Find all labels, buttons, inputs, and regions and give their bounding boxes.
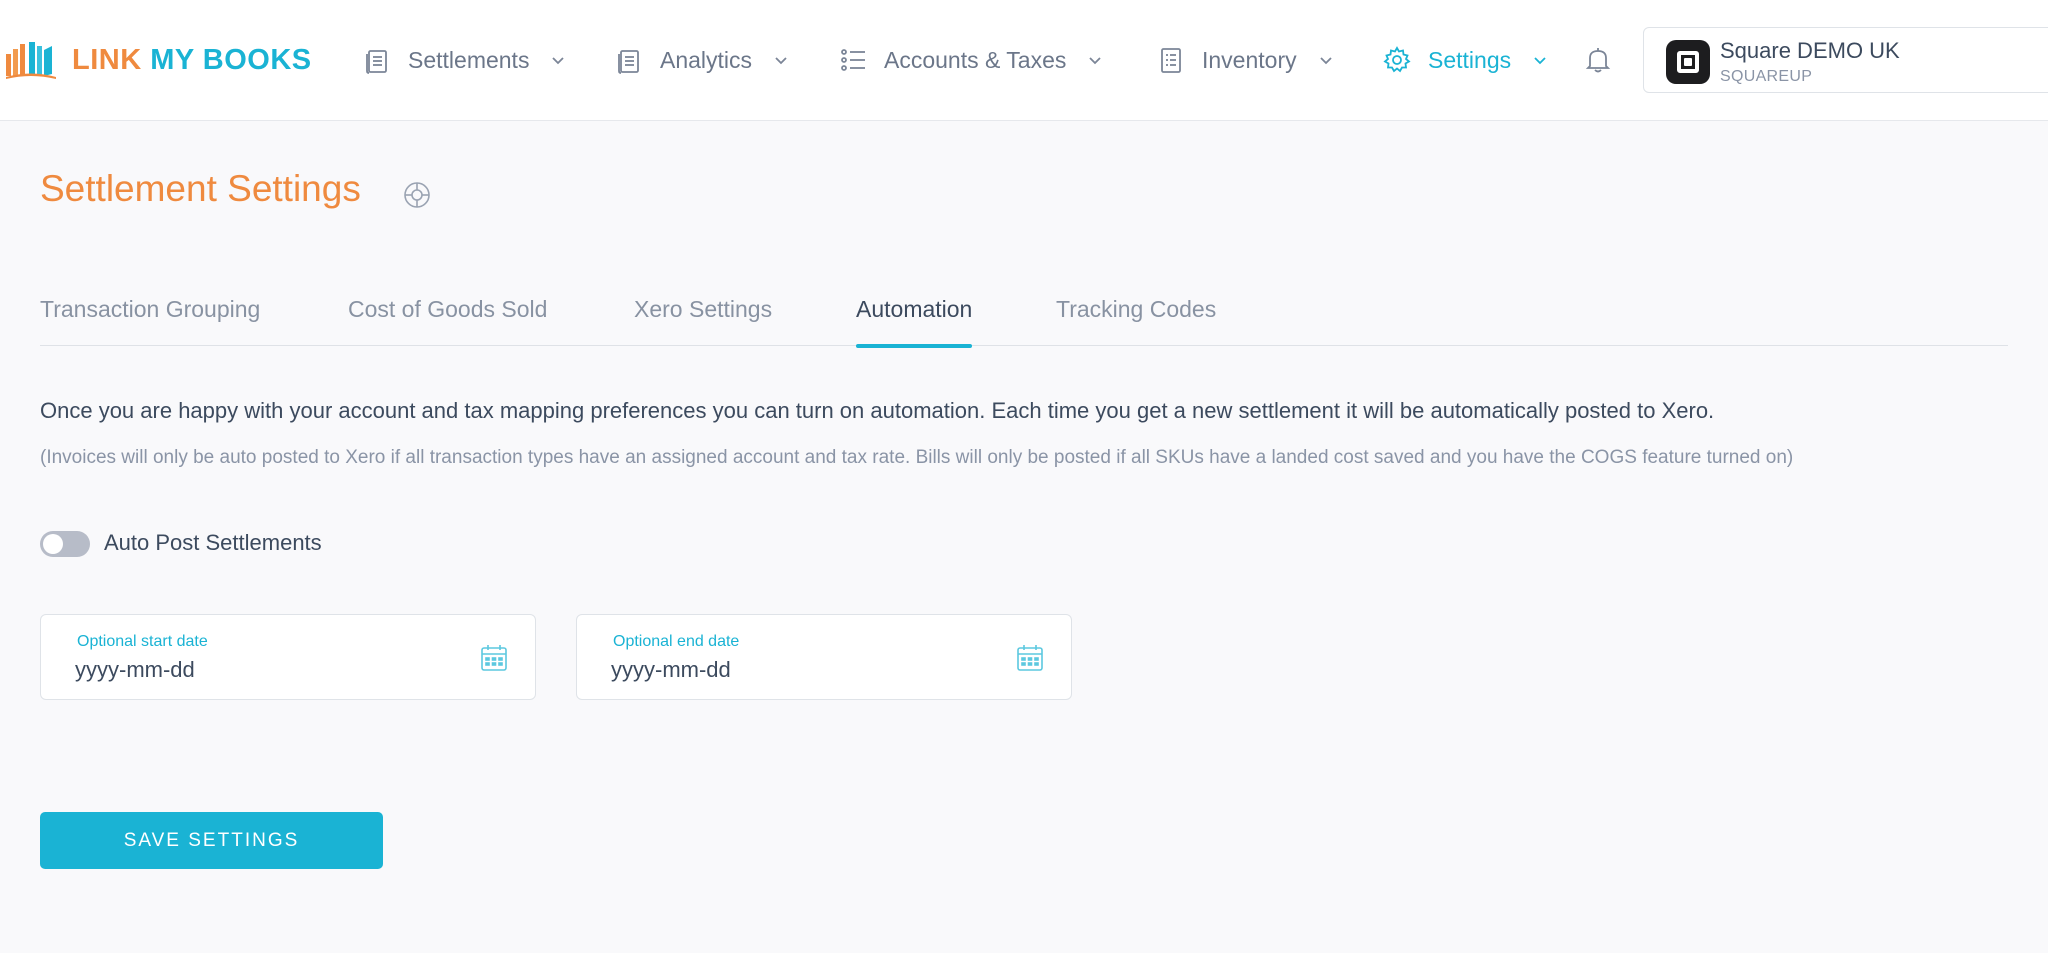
calendar-icon[interactable] bbox=[1015, 643, 1045, 673]
nav-inventory[interactable]: Inventory bbox=[1156, 40, 1335, 80]
document-icon bbox=[618, 50, 639, 74]
nav-settlements[interactable]: Settlements bbox=[362, 40, 567, 80]
list-icon bbox=[841, 49, 865, 71]
account-name: Square DEMO UK bbox=[1720, 38, 1900, 63]
lifebuoy-icon[interactable] bbox=[402, 180, 432, 210]
auto-post-label: Auto Post Settlements bbox=[104, 530, 322, 555]
top-navigation-bar: LINK MY BOOKS Settlements Analytics Acco… bbox=[0, 0, 2048, 121]
bell-icon[interactable] bbox=[1582, 44, 1614, 76]
auto-post-toggle[interactable] bbox=[40, 531, 90, 557]
books-logo-icon bbox=[6, 42, 56, 79]
chevron-down-icon bbox=[1089, 57, 1102, 65]
brand-name: LINK MY BOOKS bbox=[72, 44, 312, 77]
calendar-icon[interactable] bbox=[479, 643, 509, 673]
tab-automation[interactable]: Automation bbox=[856, 296, 973, 348]
page-title: Settlement Settings bbox=[40, 168, 361, 209]
automation-note: (Invoices will only be auto posted to Xe… bbox=[40, 447, 1794, 468]
chevron-down-icon bbox=[1319, 57, 1332, 65]
document-icon bbox=[366, 50, 387, 74]
settings-tabs: Transaction Grouping Cost of Goods Sold … bbox=[40, 296, 2008, 348]
tab-transaction-grouping[interactable]: Transaction Grouping bbox=[40, 296, 260, 346]
account-platform: SQUAREUP bbox=[1720, 68, 1813, 85]
nav-analytics-label: Analytics bbox=[660, 46, 753, 73]
gear-icon bbox=[1383, 46, 1411, 73]
chevron-down-icon bbox=[775, 57, 787, 65]
square-logo-icon bbox=[1666, 40, 1710, 84]
automation-description: Once you are happy with your account and… bbox=[40, 398, 1715, 423]
chevron-down-icon bbox=[552, 57, 565, 65]
start-date-field[interactable]: Optional start date bbox=[40, 614, 536, 700]
brand-logo[interactable]: LINK MY BOOKS bbox=[4, 40, 312, 80]
brand-word-mybooks: MY BOOKS bbox=[150, 43, 312, 76]
chevron-down-icon bbox=[1534, 57, 1546, 65]
end-date-field[interactable]: Optional end date bbox=[576, 614, 1072, 700]
end-date-label: Optional end date bbox=[613, 633, 740, 650]
start-date-label: Optional start date bbox=[77, 633, 208, 650]
nav-settings-label: Settings bbox=[1428, 46, 1512, 73]
end-date-input[interactable] bbox=[611, 657, 971, 683]
nav-accounts-taxes-label: Accounts & Taxes bbox=[884, 46, 1067, 73]
nav-settlements-label: Settlements bbox=[408, 46, 530, 73]
nav-settings[interactable]: Settings bbox=[1382, 40, 1549, 80]
tab-xero-settings[interactable]: Xero Settings bbox=[634, 296, 772, 346]
account-switcher[interactable]: Square DEMO UK SQUAREUP bbox=[1643, 27, 2048, 93]
save-settings-button[interactable]: SAVE SETTINGS bbox=[40, 812, 383, 869]
brand-word-link: LINK bbox=[72, 43, 142, 76]
nav-inventory-label: Inventory bbox=[1202, 46, 1297, 73]
tab-tracking-codes[interactable]: Tracking Codes bbox=[1056, 296, 1216, 346]
clipboard-icon bbox=[1161, 48, 1181, 73]
nav-accounts-taxes[interactable]: Accounts & Taxes bbox=[838, 40, 1104, 80]
nav-analytics[interactable]: Analytics bbox=[614, 40, 790, 80]
tab-cost-of-goods-sold[interactable]: Cost of Goods Sold bbox=[348, 296, 547, 346]
start-date-input[interactable] bbox=[75, 657, 435, 683]
